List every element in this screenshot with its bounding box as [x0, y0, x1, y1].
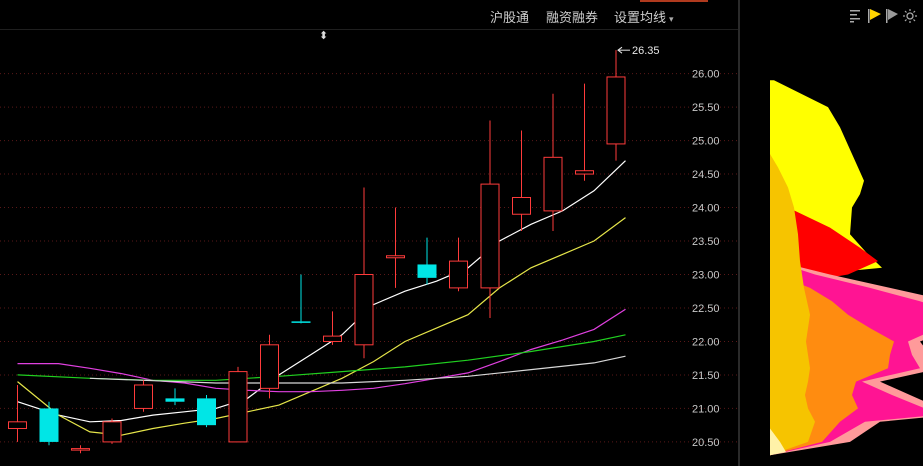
chip-toolbar — [848, 8, 923, 24]
candle-body-up — [512, 196, 531, 215]
candle — [165, 388, 185, 406]
price-tick-label: 20.50 — [692, 437, 720, 449]
price-tick-label: 23.50 — [692, 236, 720, 248]
price-tick-label: 24.00 — [692, 203, 720, 215]
candle — [449, 237, 468, 292]
candle — [260, 334, 279, 399]
candle — [71, 445, 90, 454]
price-axis: 20.50 21.00 21.50 22.00 22.50 23.00 23.50 24.00… — [692, 69, 720, 449]
candle-body-up — [354, 274, 374, 346]
candle-body-up — [575, 170, 594, 175]
candle-body-up — [323, 335, 342, 342]
price-tick-label: 25.50 — [692, 102, 720, 114]
candle-body-up — [228, 371, 248, 443]
candle — [417, 237, 437, 285]
candle-body-up — [8, 421, 27, 430]
price-tick-label: 21.00 — [692, 403, 720, 415]
candle — [606, 50, 626, 161]
candle — [102, 418, 122, 444]
candle — [575, 83, 594, 181]
candle-body-down — [39, 408, 59, 442]
flag-yellow-icon[interactable] — [868, 9, 881, 23]
flag-gray-icon[interactable] — [886, 9, 898, 23]
candles — [8, 50, 626, 454]
candle — [386, 207, 405, 288]
price-tick-label: 24.50 — [692, 169, 720, 181]
candle — [323, 311, 342, 345]
candle-body-down — [197, 398, 216, 426]
ma10-line — [17, 217, 626, 436]
candle-body-up — [102, 421, 122, 443]
candle-body-up — [480, 183, 500, 289]
sun-settings-icon[interactable] — [903, 9, 917, 23]
moving-averages — [17, 160, 626, 436]
candle-body-down — [417, 264, 437, 278]
candle — [354, 187, 374, 359]
price-tick-label: 22.50 — [692, 303, 720, 315]
candle — [512, 130, 531, 231]
menu-lines-icon[interactable] — [850, 10, 860, 23]
price-tick-label: 26.00 — [692, 69, 720, 81]
candle — [228, 366, 248, 443]
price-grid — [0, 73, 738, 443]
candle — [39, 401, 59, 446]
candle-body-up — [386, 255, 405, 259]
candle-body-up — [449, 260, 468, 289]
candle — [134, 380, 153, 412]
candle — [291, 274, 311, 324]
candle-body-up — [71, 448, 90, 451]
candle — [197, 395, 216, 428]
max-price-label: 26.35 — [632, 45, 660, 57]
candle — [543, 93, 563, 231]
candle-body-up — [606, 76, 626, 145]
max-price-marker: 26.35 — [617, 45, 660, 57]
candle-body-down — [291, 321, 311, 323]
candle — [8, 384, 27, 442]
candle-body-up — [134, 384, 153, 409]
candle-body-down — [165, 398, 185, 402]
candle — [480, 120, 500, 319]
candlestick-chart[interactable]: 26.35 — [0, 0, 738, 466]
candle-body-up — [260, 344, 279, 389]
chip-distribution — [770, 80, 923, 456]
price-tick-label: 22.00 — [692, 336, 720, 348]
chip-distribution-panel: 20.50 21.00 21.50 22.00 22.50 23.00 23.50 24.00… — [692, 69, 923, 456]
candle-body-up — [543, 156, 563, 212]
price-tick-label: 25.00 — [692, 136, 720, 148]
price-tick-label: 21.50 — [692, 370, 720, 382]
price-tick-label: 23.00 — [692, 270, 720, 282]
